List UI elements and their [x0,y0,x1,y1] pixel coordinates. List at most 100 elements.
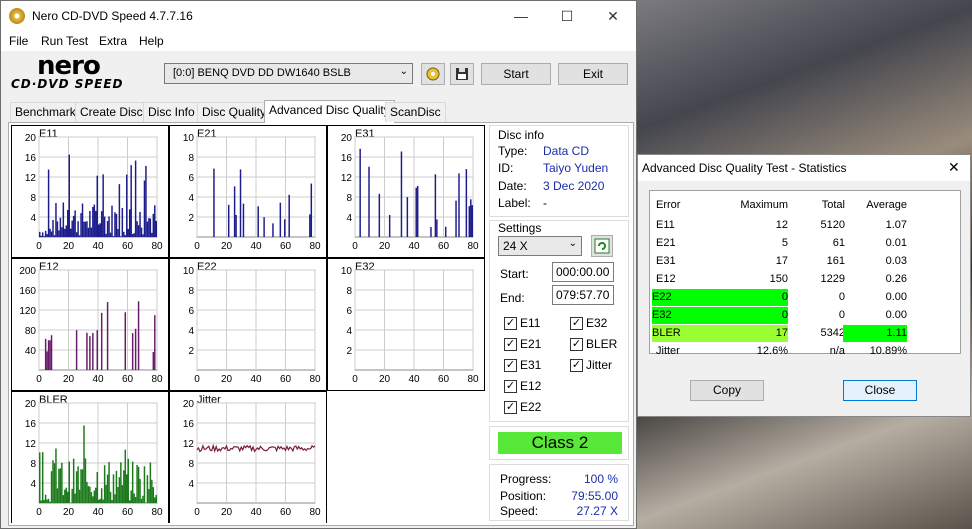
x-tick-label: 60 [280,507,292,518]
x-tick-label: 80 [151,241,163,252]
bar [128,500,131,503]
dialog-title-bar[interactable]: Advanced Disc Quality Test - Statistics … [638,155,970,181]
date-value: 3 Dec 2020 [543,179,605,193]
bar [134,160,137,237]
table-cell-e12-0: E12 [656,273,676,285]
y-tick-label: 16 [341,153,353,164]
y-tick-label: 12 [25,439,37,450]
y-tick-label: 12 [341,173,353,184]
start-button[interactable]: Start [481,63,551,85]
e31-check-label: E31 [520,358,542,372]
menu-run-test[interactable]: Run Test [41,34,88,48]
bar [109,232,112,237]
bar [50,471,53,503]
bar [58,230,60,237]
title-bar[interactable]: Nero CD-DVD Speed 4.7.7.16 — ☐ ✕ [1,1,636,31]
y-tick-label: 12 [25,173,37,184]
settings-box: Settings 24 X ⌄ Start: 000:00.00 End: 07… [489,220,629,422]
table-header-maximum: Maximum [740,199,788,211]
bar [436,219,438,237]
main-window: Nero CD-DVD Speed 4.7.7.16 — ☐ ✕ File Ru… [0,0,637,529]
tab-advanced-disc-quality[interactable]: Advanced Disc Quality [264,100,395,123]
bar [415,187,417,237]
tab-disc-info[interactable]: Disc Info [143,102,200,122]
bar [133,493,135,503]
bar [263,217,265,237]
bar [92,496,94,503]
y-tick-label: 20 [25,399,37,410]
bar [72,215,75,237]
menu-help[interactable]: Help [139,34,164,48]
menu-file[interactable]: File [9,34,28,48]
y-tick-label: 16 [25,153,37,164]
start-time-field[interactable]: 000:00.00 [552,262,614,282]
bar [213,168,215,237]
tab-scandisc[interactable]: ScanDisc [385,102,446,122]
bler-checkbox[interactable]: ✓ [570,338,583,351]
speed-select[interactable]: 24 X ⌄ [498,236,582,256]
drive-select[interactable]: [0:0] BENQ DVD DD DW1640 BSLB ⌄ [164,63,413,84]
bar [40,235,42,237]
bar [279,202,282,237]
tab-disc-quality[interactable]: Disc Quality [197,102,272,122]
y-tick-label: 8 [30,193,36,204]
bar [155,494,157,503]
x-tick-label: 60 [122,241,134,252]
x-tick-label: 80 [309,507,321,518]
bar [368,166,370,237]
e32-checkbox[interactable]: ✓ [570,317,583,330]
bar [89,336,91,370]
bar [128,209,131,237]
close-button[interactable]: ✕ [590,1,636,31]
y-tick-label: 120 [19,306,36,317]
bar [114,212,116,237]
y-tick-label: 8 [30,459,36,470]
tab-benchmark[interactable]: Benchmark [10,102,81,122]
copy-button[interactable]: Copy [690,380,764,401]
bar [96,472,98,503]
eject-button[interactable] [421,63,445,85]
bar [151,479,153,503]
bar [127,458,129,503]
bar [309,214,311,237]
x-tick-label: 40 [92,241,104,252]
dialog-close-button[interactable]: Close [843,380,917,401]
bar [59,217,62,237]
menu-extra[interactable]: Extra [99,34,127,48]
e22-checkbox[interactable]: ✓ [504,401,517,414]
minimize-button[interactable]: — [498,1,544,31]
y-tick-label: 20 [341,133,353,144]
e12-checkbox[interactable]: ✓ [504,380,517,393]
y-tick-label: 20 [183,399,195,410]
bar [272,223,274,237]
table-cell-e32-2: 0 [838,309,845,321]
tab-create-disc[interactable]: Create Disc [75,102,148,122]
maximize-button[interactable]: ☐ [544,1,590,31]
end-time-field[interactable]: 079:57.70 [552,285,614,305]
bar [112,474,115,503]
dialog-close-icon[interactable]: ✕ [948,159,960,176]
bar [65,487,68,503]
bar [96,330,98,370]
e21-checkbox[interactable]: ✓ [504,338,517,351]
bar [123,231,125,237]
e11-checkbox[interactable]: ✓ [504,317,517,330]
exit-button[interactable]: Exit [558,63,628,85]
x-tick-label: 60 [280,241,292,252]
refresh-button[interactable] [591,235,613,257]
x-tick-label: 20 [379,374,391,385]
bar [52,460,54,503]
bar [154,315,156,370]
y-tick-label: 16 [25,419,37,430]
save-button[interactable] [450,63,474,85]
bar [65,225,68,237]
speed-value: 27.27 X [576,504,618,518]
app-icon [9,8,25,24]
y-tick-label: 8 [346,193,352,204]
table-cell-e31-0: E31 [656,255,676,267]
bar [40,500,42,503]
bar [143,466,146,503]
statistics-table: Error Maximum Total Average E11 12 5120 1.07 E21… [649,190,961,357]
jitter-checkbox[interactable]: ✓ [570,359,583,372]
e31-checkbox[interactable]: ✓ [504,359,517,372]
